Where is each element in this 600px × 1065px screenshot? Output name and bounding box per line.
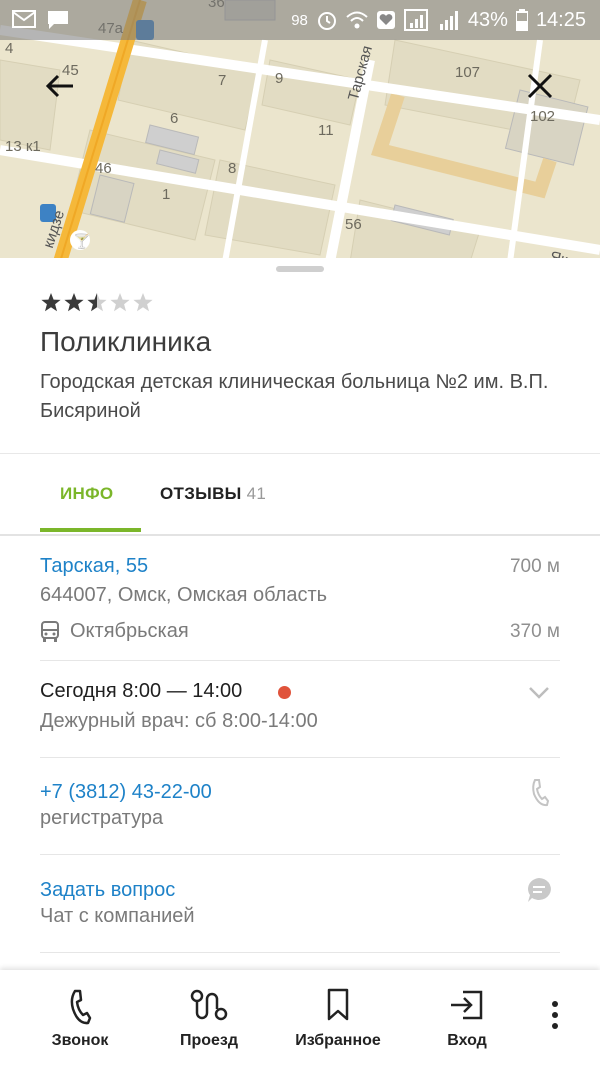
transit-distance: 370 м <box>509 621 560 642</box>
tab-reviews[interactable]: ОТЗЫВЫ 41 <box>160 484 266 504</box>
call-button[interactable]: Звонок <box>25 970 135 1065</box>
closed-status-dot <box>278 686 291 699</box>
close-icon <box>527 73 553 99</box>
wifi-icon <box>346 11 368 29</box>
rating-stars <box>40 292 160 314</box>
bottom-action-bar: Звонок Проезд Избранное Вход <box>0 970 600 1065</box>
bus-icon <box>41 621 59 642</box>
phone-icon <box>70 989 92 1025</box>
ask-question-link[interactable]: Задать вопрос <box>40 879 175 902</box>
map-label: 9 <box>275 70 284 87</box>
login-button[interactable]: Вход <box>412 970 522 1065</box>
tabs-divider <box>0 534 600 536</box>
bookmark-icon <box>327 988 349 1021</box>
signal-icon <box>439 11 458 30</box>
active-tab-indicator <box>40 528 141 532</box>
map-label: 4 <box>5 40 14 57</box>
more-vertical-icon <box>552 1001 558 1029</box>
message-icon <box>48 11 68 29</box>
divider <box>40 952 560 953</box>
hours-today: Сегодня 8:00 — 14:00 <box>40 680 243 702</box>
more-button[interactable] <box>540 1000 570 1040</box>
back-button[interactable] <box>38 64 82 108</box>
status-bar: 98 43% 14:25 <box>0 0 600 40</box>
phone-link[interactable]: +7 (3812) 43-22-00 <box>40 781 212 804</box>
sim-signal-icon <box>403 9 428 31</box>
favorite-button[interactable]: Избранное <box>283 970 393 1065</box>
map-label: 102 <box>530 108 556 125</box>
login-label: Вход <box>447 1032 487 1049</box>
battery-percent: 43% <box>467 8 508 31</box>
map-label: 8 <box>228 160 237 177</box>
phone-icon[interactable] <box>530 778 550 808</box>
arrow-left-icon <box>45 74 73 98</box>
divider <box>40 660 560 661</box>
place-title: Поликлиника <box>40 326 212 357</box>
address-distance: 700 м <box>509 556 560 577</box>
email-icon <box>12 10 36 28</box>
map-label: 13 к1 <box>5 138 41 155</box>
route-icon <box>190 989 228 1021</box>
place-subtitle: Городская детская клиническая больница №… <box>40 371 549 422</box>
map-label: 56 <box>345 216 362 233</box>
login-icon <box>451 990 483 1020</box>
notification-badge: 98 <box>291 11 308 29</box>
tab-reviews-label: ОТЗЫВЫ <box>160 484 242 503</box>
clock: 14:25 <box>535 8 586 31</box>
close-button[interactable] <box>518 64 562 108</box>
heart-app-icon <box>376 11 395 29</box>
phone-label: регистратура <box>40 807 164 829</box>
star-icon <box>41 293 153 312</box>
tabs: ИНФО ОТЗЫВЫ 41 <box>0 454 600 534</box>
favorite-label: Избранное <box>295 1032 381 1049</box>
map-label: 107 <box>455 64 481 81</box>
map-label: 46 <box>95 160 112 177</box>
hours-note: Дежурный врач: сб 8:00-14:00 <box>40 710 318 732</box>
map-label: 1 <box>162 186 171 203</box>
drag-handle[interactable] <box>276 266 324 272</box>
alarm-icon <box>317 12 336 30</box>
chat-label: Чат с компанией <box>40 905 195 927</box>
chevron-down-icon[interactable] <box>528 686 550 700</box>
map-label: 7 <box>218 72 227 89</box>
map-label: 6 <box>170 110 179 127</box>
address-city: 644007, Омск, Омская область <box>40 584 328 606</box>
tab-info[interactable]: ИНФО <box>60 484 113 504</box>
reviews-count: 41 <box>246 484 267 503</box>
place-card: Поликлиника Городская детская клиническа… <box>0 258 600 970</box>
transit-stop[interactable]: Октябрьская <box>70 620 189 643</box>
route-label: Проезд <box>179 1032 239 1049</box>
divider <box>40 854 560 855</box>
divider <box>40 757 560 758</box>
route-button[interactable]: Проезд <box>154 970 264 1065</box>
call-label: Звонок <box>51 1032 109 1049</box>
battery-icon <box>515 9 528 31</box>
address-link[interactable]: Тарская, 55 <box>40 555 148 578</box>
svg-text:🍸: 🍸 <box>73 232 90 250</box>
map-label: 11 <box>318 122 334 139</box>
chat-icon[interactable] <box>525 876 553 904</box>
